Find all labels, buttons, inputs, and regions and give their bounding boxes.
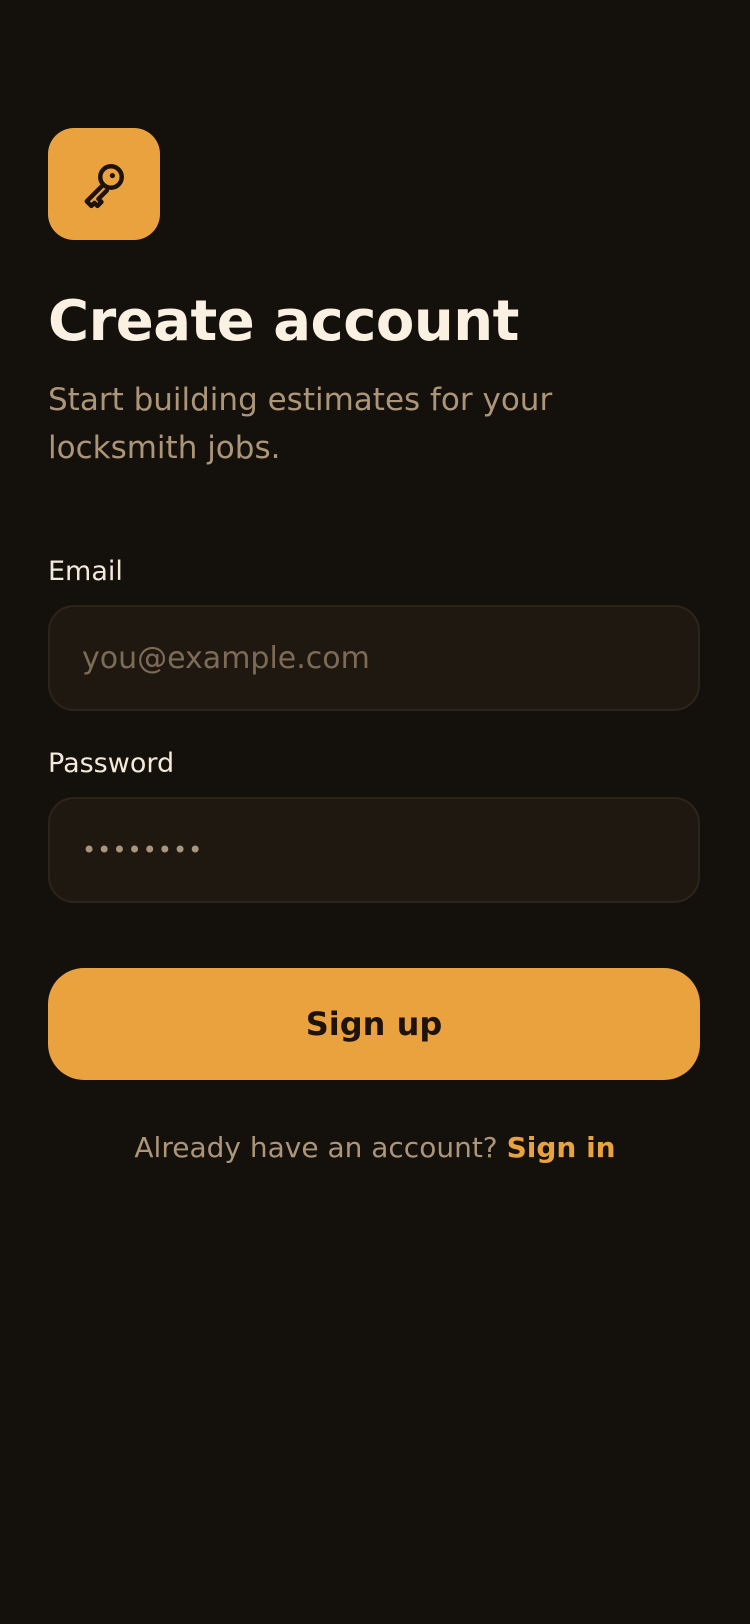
email-label: Email [48,556,123,587]
password-masked-value: •••••••• [82,836,204,864]
page-subtitle: Start building estimates for your locksm… [48,382,553,466]
email-field-container[interactable] [48,605,700,711]
sign-in-link[interactable]: Sign in [507,1131,616,1164]
app-logo [48,128,160,240]
key-icon [84,164,124,209]
password-label: Password [48,748,175,779]
email-field[interactable] [82,640,666,676]
sign-in-prompt: Already have an account? Sign in [0,1128,750,1168]
page-title: Create account [48,289,519,354]
password-field[interactable]: •••••••• [48,797,700,903]
sign-in-prompt-text: Already have an account? [134,1131,498,1164]
sign-up-button[interactable]: Sign up [48,968,700,1080]
signup-screen: Create account Start building estimates … [0,0,750,1624]
